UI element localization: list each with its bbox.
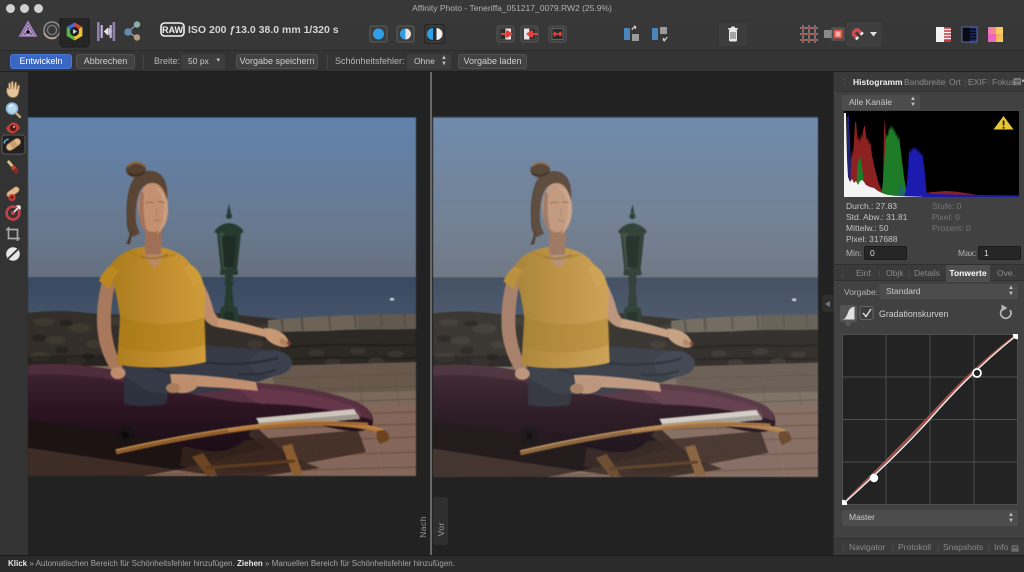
svg-text:ISO 200 ƒ13.0 38.0 mm 1/320 s: ISO 200 ƒ13.0 38.0 mm 1/320 s xyxy=(188,24,339,36)
svg-text:RAW: RAW xyxy=(162,25,184,35)
svg-text:Gradationskurven: Gradationskurven xyxy=(879,309,949,319)
